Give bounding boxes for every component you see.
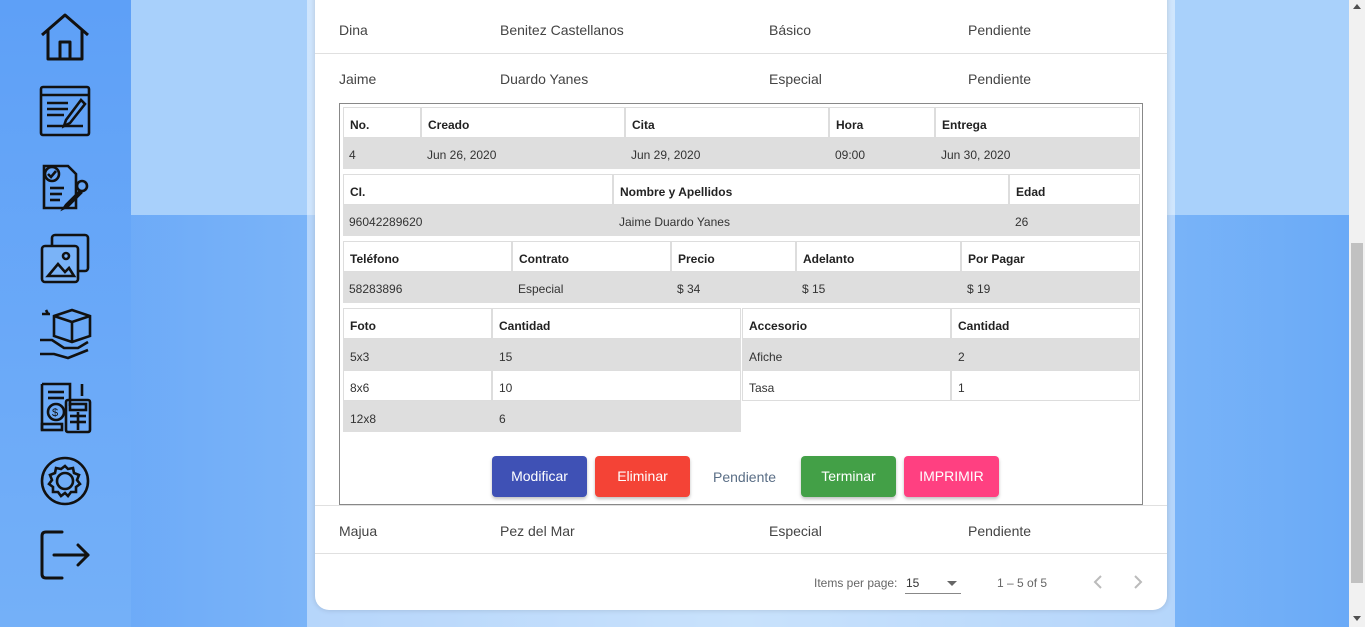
value-cell: $ 34	[671, 272, 796, 303]
cell-contrato: Especial	[769, 523, 822, 539]
cell-nombre: Dina	[339, 22, 368, 38]
header-cell: Contrato	[512, 241, 671, 272]
value-cell: 4	[343, 138, 421, 169]
header-cell: Edad	[1009, 174, 1140, 205]
accesorio-qty-cell: 1	[951, 370, 1140, 401]
delivery-box-icon[interactable]	[38, 306, 92, 360]
order-detail-panel: No. Creado Cita Hora Entrega 4 Jun 26, 2…	[339, 103, 1143, 505]
cell-estado: Pendiente	[968, 71, 1032, 87]
vertical-scrollbar[interactable]	[1349, 0, 1365, 627]
previous-page-icon[interactable]	[1090, 573, 1106, 591]
table-row-expanded[interactable]: Jaime Duardo Yanes Especial Pendiente	[315, 54, 1167, 103]
foto-size-cell: 5x3	[343, 339, 492, 370]
header-cell: Cantidad	[951, 308, 1140, 339]
cell-estado: Pendiente	[968, 22, 1032, 38]
value-cell: Jun 29, 2020	[625, 138, 829, 169]
items-per-page-value: 15	[906, 576, 920, 590]
cell-contrato: Especial	[769, 71, 822, 87]
terminar-button[interactable]: Terminar	[801, 456, 896, 497]
sidebar: $	[0, 0, 131, 627]
accesorio-qty-cell: 2	[951, 339, 1140, 370]
value-cell: $ 19	[961, 272, 1140, 303]
header-cell: Hora	[829, 107, 935, 138]
items-per-page-select[interactable]: 15	[905, 570, 961, 594]
cell-nombre: Jaime	[339, 71, 377, 87]
page-range-label: 1 – 5 of 5	[997, 576, 1048, 590]
cell-apellidos: Pez del Mar	[500, 523, 575, 539]
header-cell: Cantidad	[492, 308, 741, 339]
scroll-down-icon[interactable]	[1353, 616, 1361, 621]
cell-apellidos: Benitez Castellanos	[500, 22, 624, 38]
cell-nombre: Majua	[339, 523, 378, 539]
modificar-button[interactable]: Modificar	[492, 456, 587, 497]
header-cell: Creado	[421, 107, 625, 138]
settings-gear-icon[interactable]	[38, 454, 92, 508]
items-per-page-label: Items per page:	[814, 576, 898, 590]
header-cell: Accesorio	[742, 308, 951, 339]
foto-qty-cell: 10	[492, 370, 741, 401]
logout-icon[interactable]	[38, 528, 92, 582]
header-cell: Foto	[343, 308, 492, 339]
header-cell: Entrega	[935, 107, 1140, 138]
value-cell: Jun 30, 2020	[935, 138, 1140, 169]
header-cell: Cita	[625, 107, 829, 138]
foto-size-cell: 12x8	[343, 401, 492, 432]
value-cell: 96042289620	[343, 205, 613, 236]
cell-contrato: Básico	[769, 22, 812, 38]
value-cell: 09:00	[829, 138, 935, 169]
gallery-icon[interactable]	[38, 232, 92, 286]
foto-size-cell: 8x6	[343, 370, 492, 401]
foto-qty-cell: 15	[492, 339, 741, 370]
value-cell: 26	[1009, 205, 1140, 236]
chevron-down-icon	[947, 581, 957, 586]
header-cell: No.	[343, 107, 421, 138]
paginator: Items per page: 15 1 – 5 of 5	[315, 555, 1167, 610]
scroll-up-icon[interactable]	[1353, 4, 1361, 9]
value-cell: Jaime Duardo Yanes	[613, 205, 1009, 236]
header-cell: Por Pagar	[961, 241, 1140, 272]
accesorio-name-cell: Afiche	[742, 339, 951, 370]
status-label: Pendiente	[713, 469, 777, 485]
table-row[interactable]: Majua Pez del Mar Especial Pendiente	[315, 505, 1167, 554]
header-cell: Adelanto	[796, 241, 961, 272]
header-cell: Teléfono	[343, 241, 512, 272]
header-cell: Nombre y Apellidos	[613, 174, 1009, 205]
scroll-thumb[interactable]	[1351, 243, 1363, 583]
value-cell: Jun 26, 2020	[421, 138, 625, 169]
cell-apellidos: Duardo Yanes	[500, 71, 589, 87]
value-cell: $ 15	[796, 272, 961, 303]
checklist-icon[interactable]	[38, 158, 92, 212]
value-cell: 58283896	[343, 272, 512, 303]
eliminar-button[interactable]: Eliminar	[595, 456, 690, 497]
svg-text:$: $	[52, 407, 58, 419]
header-cell: Precio	[671, 241, 796, 272]
next-page-icon[interactable]	[1130, 573, 1146, 591]
foto-qty-cell: 6	[492, 401, 741, 432]
home-icon[interactable]	[38, 10, 92, 64]
header-cell: CI.	[343, 174, 613, 205]
edit-form-icon[interactable]	[38, 84, 92, 138]
table-row[interactable]: Dina Benitez Castellanos Básico Pendient…	[315, 5, 1167, 54]
accesorio-name-cell: Tasa	[742, 370, 951, 401]
imprimir-button[interactable]: IMPRIMIR	[904, 456, 999, 497]
cell-estado: Pendiente	[968, 523, 1032, 539]
invoice-calculator-icon[interactable]: $	[38, 380, 92, 434]
value-cell: Especial	[512, 272, 671, 303]
